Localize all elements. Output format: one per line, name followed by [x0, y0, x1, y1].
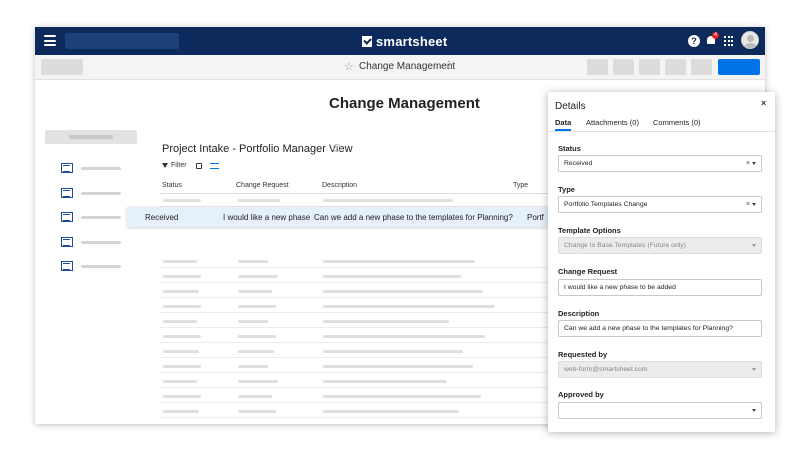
row-status: Received [145, 213, 179, 222]
chevron-down-icon [752, 244, 756, 247]
user-avatar[interactable] [741, 31, 759, 49]
table-row[interactable] [160, 376, 565, 388]
search-bar[interactable] [65, 33, 179, 49]
clear-icon[interactable]: × [746, 156, 750, 171]
report-toolbar: Filter [162, 162, 219, 169]
close-icon[interactable]: × [761, 98, 766, 108]
toolbar-home-button[interactable] [41, 59, 83, 75]
notification-badge: 4 [712, 32, 719, 39]
nav-item-sheet-2[interactable] [61, 188, 131, 198]
details-panel: Details × Data Attachments (0) Comments … [548, 92, 775, 432]
brand-name: smartsheet [376, 33, 448, 49]
table-row[interactable] [160, 391, 565, 403]
toolbar-button-5[interactable] [691, 59, 712, 75]
type-dropdown[interactable]: Portfolio Templates Change × [558, 196, 762, 213]
table-row[interactable] [160, 286, 565, 298]
column-header-type[interactable]: Type [513, 182, 528, 189]
details-title: Details [555, 101, 586, 112]
template-options-value: Change to Base Templates (Future only) [564, 242, 686, 249]
smartsheet-logo-icon [362, 35, 372, 47]
sheet-icon [61, 261, 73, 271]
table-row[interactable] [160, 256, 565, 268]
row-description: Can we add a new phase to the templates … [314, 213, 513, 222]
chevron-down-icon[interactable] [752, 203, 756, 206]
requested-by-dropdown[interactable]: web-form@smartsheet.com [558, 361, 762, 378]
sheet-icon [61, 237, 73, 247]
description-value: Can we add a new phase to the templates … [564, 325, 733, 332]
row-type: Portf [527, 213, 544, 222]
chevron-down-icon[interactable] [752, 409, 756, 412]
description-input[interactable]: Can we add a new phase to the templates … [558, 320, 762, 337]
filter-label[interactable]: Filter [171, 162, 187, 169]
tabs-divider [548, 131, 775, 132]
nav-item-sheet-3[interactable] [61, 212, 131, 222]
column-header-change-request[interactable]: Change Request [236, 182, 289, 189]
table-row[interactable] [160, 346, 565, 358]
tab-attachments[interactable]: Attachments (0) [586, 118, 639, 127]
change-request-value: I would like a new phase to be added [564, 284, 676, 291]
column-header-description[interactable]: Description [322, 182, 357, 189]
top-nav-bar: smartsheet ? 4 [35, 27, 765, 55]
tab-comments[interactable]: Comments (0) [653, 118, 701, 127]
toolbar-button-4[interactable] [665, 59, 686, 75]
nav-header [45, 130, 137, 144]
notifications-bell-icon[interactable]: 4 [705, 32, 719, 47]
table-row[interactable] [160, 331, 565, 343]
table-row[interactable] [160, 406, 565, 418]
sheet-icon [61, 163, 73, 173]
left-nav [35, 122, 138, 424]
format-icon[interactable] [195, 162, 202, 169]
selected-table-row[interactable]: Received I would like a new phase Can we… [127, 207, 547, 227]
approved-by-label: Approved by [558, 390, 604, 399]
table-row[interactable] [160, 316, 565, 328]
menu-icon[interactable] [44, 35, 56, 46]
change-request-input[interactable]: I would like a new phase to be added [558, 279, 762, 296]
template-options-label: Template Options [558, 226, 621, 235]
status-value: Received [564, 160, 593, 167]
chevron-down-icon [752, 368, 756, 371]
favorite-star-icon[interactable]: ☆ [344, 60, 354, 73]
nav-item-sheet-1[interactable] [61, 163, 131, 173]
table-row[interactable] [160, 271, 565, 283]
sheet-toolbar: ☆ Change Management ⋮ [35, 55, 765, 80]
description-label: Description [558, 309, 600, 318]
status-label: Status [558, 144, 581, 153]
sheet-name[interactable]: Change Management [359, 61, 455, 72]
clear-icon[interactable]: × [746, 197, 750, 212]
report-widget: Project Intake - Portfolio Manager View … [145, 131, 565, 424]
sheet-icon [61, 188, 73, 198]
toolbar-button-3[interactable] [639, 59, 660, 75]
requested-by-value: web-form@smartsheet.com [564, 366, 648, 373]
dashboard-title: Change Management [329, 95, 480, 112]
column-header-status[interactable]: Status [162, 182, 182, 189]
type-label: Type [558, 185, 575, 194]
nav-item-sheet-4[interactable] [61, 237, 131, 247]
table-row[interactable] [160, 361, 565, 373]
info-icon[interactable]: i [333, 144, 341, 152]
status-dropdown[interactable]: Received × [558, 155, 762, 172]
more-options-icon[interactable]: ⋮ [444, 60, 454, 71]
header-divider [160, 193, 565, 194]
sheet-icon [61, 212, 73, 222]
chevron-down-icon[interactable] [752, 162, 756, 165]
approved-by-dropdown[interactable] [558, 402, 762, 419]
toolbar-button-2[interactable] [613, 59, 634, 75]
help-icon[interactable]: ? [688, 35, 700, 47]
nav-item-sheet-5[interactable] [61, 261, 131, 271]
share-button[interactable] [718, 59, 760, 75]
columns-icon[interactable] [209, 162, 219, 169]
row-change-request: I would like a new phase [223, 213, 311, 222]
tab-data[interactable]: Data [555, 118, 571, 127]
brand-logo[interactable]: smartsheet [362, 33, 447, 49]
change-request-label: Change Request [558, 267, 618, 276]
toolbar-button-1[interactable] [587, 59, 608, 75]
requested-by-label: Requested by [558, 350, 608, 359]
report-title[interactable]: Project Intake - Portfolio Manager View [162, 143, 353, 155]
apps-grid-icon[interactable] [723, 35, 735, 47]
table-row[interactable] [160, 195, 565, 207]
template-options-dropdown[interactable]: Change to Base Templates (Future only) [558, 237, 762, 254]
table-row[interactable] [160, 301, 565, 313]
filter-icon[interactable] [162, 163, 168, 168]
type-value: Portfolio Templates Change [564, 201, 648, 208]
